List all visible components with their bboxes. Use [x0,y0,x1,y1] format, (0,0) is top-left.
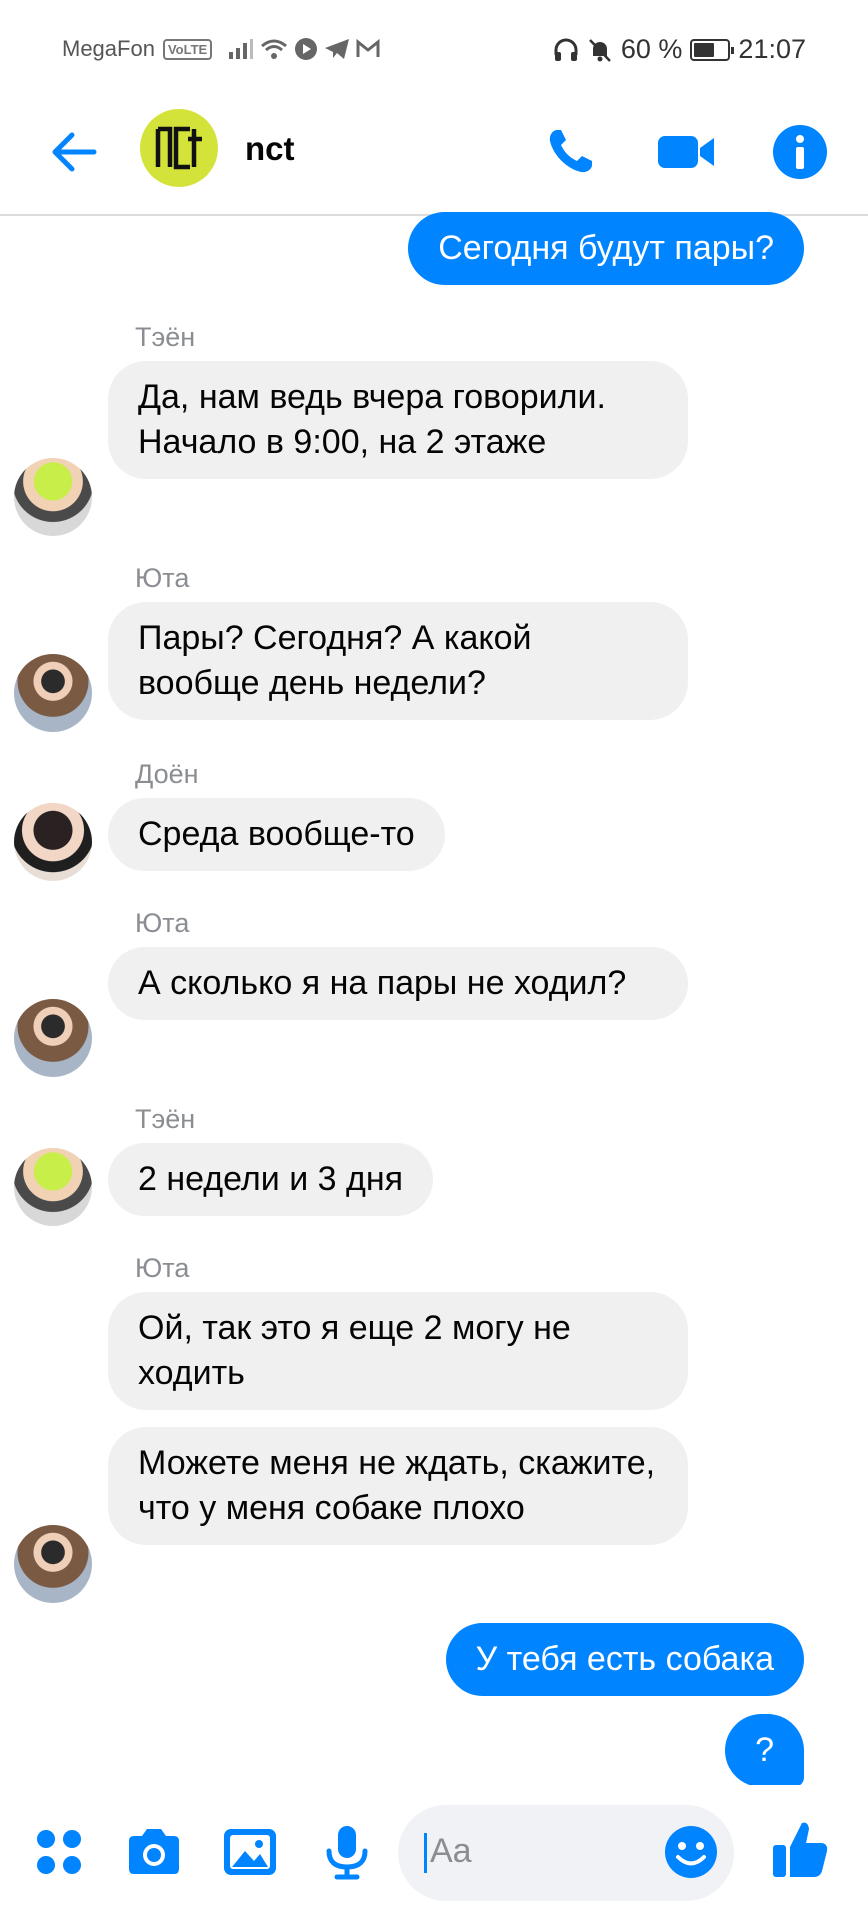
apps-grid-icon [37,1830,81,1874]
group-name[interactable]: nct [245,130,295,168]
text-cursor [424,1833,427,1873]
incoming-message[interactable]: А сколько я на пары не ходил? [108,947,688,1020]
apps-button[interactable] [30,1823,88,1881]
clock: 21:07 [738,34,806,64]
video-call-button[interactable] [656,122,716,182]
outgoing-message[interactable]: У тебя есть собака [445,1623,804,1696]
status-left: MegaFon VoLTE [62,36,380,62]
sender-avatar-taeyong[interactable] [14,1148,92,1226]
voice-button[interactable] [318,1823,376,1881]
back-button[interactable] [46,124,102,180]
message-composer: Aa [0,1785,868,1920]
sender-avatar-doyoung[interactable] [14,803,92,881]
sender-avatar-yuta[interactable] [14,999,92,1077]
gallery-icon [224,1829,276,1875]
call-button[interactable] [540,122,600,182]
outgoing-message[interactable]: ? [725,1714,804,1787]
carrier-name: MegaFon [62,36,155,61]
message-input[interactable]: Aa [398,1805,734,1901]
battery-icon [690,38,735,61]
like-button[interactable] [770,1817,828,1877]
incoming-message[interactable]: Ой, так это я еще 2 могу не ходить [108,1292,688,1410]
mute-bell-icon [588,38,611,62]
camera-button[interactable] [125,1823,183,1881]
incoming-message[interactable]: Пары? Сегодня? А какой вообще день недел… [108,602,688,720]
incoming-message[interactable]: Да, нам ведь вчера говорили. Начало в 9:… [108,361,688,479]
microphone-icon [326,1826,368,1880]
nct-logo [155,126,202,170]
status-bar: MegaFon VoLTE 60 % 21:07 [0,0,868,104]
headphones-icon [554,38,578,61]
mail-icon [356,39,380,57]
camera-icon [129,1829,179,1874]
group-avatar[interactable] [140,109,218,187]
sender-name: Юта [135,1253,190,1283]
phone-icon [549,130,592,173]
status-right: 60 % 21:07 [553,34,806,65]
sender-avatar-yuta[interactable] [14,1525,92,1603]
sender-avatar-taeyong[interactable] [14,458,92,536]
info-icon [773,125,827,179]
sender-name: Тэён [135,1104,196,1134]
signal-icon [229,39,254,59]
back-arrow-icon [52,132,97,172]
sender-name: Доён [135,759,199,789]
wifi-icon [261,39,288,59]
emoji-icon [665,1826,717,1878]
thumbs-up-icon [773,1822,828,1877]
incoming-message[interactable]: Можете меня не ждать, скажите, что у мен… [108,1427,688,1545]
battery-level [694,42,714,57]
sender-name: Юта [135,563,190,593]
telegram-icon [325,39,350,59]
chat-header: nct [0,104,868,216]
play-icon [295,38,318,60]
volte-badge: VoLTE [162,38,213,60]
video-camera-icon [658,136,714,168]
incoming-message[interactable]: 2 недели и 3 дня [108,1143,434,1216]
outgoing-message[interactable]: Сегодня будут пары? [408,212,804,285]
incoming-message[interactable]: Среда вообще-то [108,798,445,871]
sender-name: Тэён [135,322,196,352]
message-input-placeholder: Aa [430,1832,472,1870]
emoji-button[interactable] [662,1823,720,1881]
sender-avatar-yuta[interactable] [14,654,92,732]
gallery-button[interactable] [221,1823,279,1881]
battery-percent: 60 % [620,34,683,64]
info-button[interactable] [770,122,830,182]
sender-name: Юта [135,908,190,938]
